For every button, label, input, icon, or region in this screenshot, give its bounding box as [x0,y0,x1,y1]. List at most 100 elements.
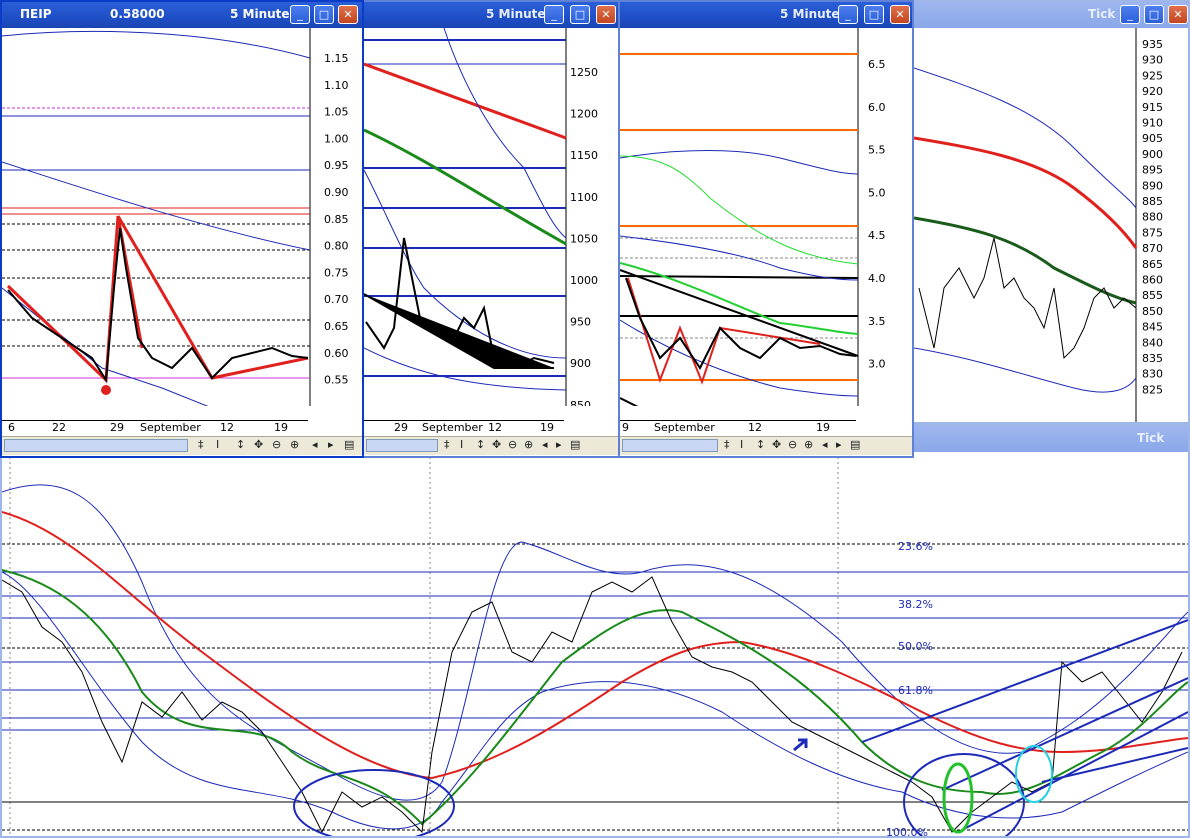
w1-toolbar: ‡ I ↕ ✥ ⊖ ⊕ ◂ ▸ ▤ [2,436,362,455]
fib-label-23: 23.6% [898,540,933,553]
tool-vertical[interactable]: ↕ [476,438,485,451]
tick-chart-window-top[interactable]: Tick _ □ ✕ 935 930 925 920 915 910 905 900 895 89… [912,0,1190,424]
tool-text[interactable]: I [740,438,743,451]
w3-axis-label: 4.5 [868,229,886,242]
fib-label-61: 61.8% [898,684,933,697]
tick-top-chart[interactable]: 935 930 925 920 915 910 905 900 895 890 885 880 875 8… [914,28,1188,422]
tool-move[interactable]: ✥ [254,438,263,451]
w2-interval: 5 Minute [486,7,546,21]
w2-axis-label: 1200 [570,108,598,121]
close-button[interactable]: ✕ [890,5,910,24]
w3-axis-label: 6.0 [868,101,886,114]
tick-chart-window-main[interactable]: Tick 23.6% 38.2% 50.0% 61.8% 100.0% [0,424,1190,838]
tool-vertical[interactable]: ↕ [236,438,245,451]
tick-axis-label: 875 [1142,226,1163,239]
w1-axis-label: 1.15 [324,52,349,65]
w1-axis-label: 0.55 [324,374,349,387]
tool-vertical[interactable]: ↕ [756,438,765,451]
grid-icon[interactable]: ▤ [344,438,354,451]
tick-axis-label: 860 [1142,274,1163,287]
scroll-right-icon[interactable]: ▸ [836,438,842,451]
zoom-in-icon[interactable]: ⊕ [524,438,533,451]
maximize-button[interactable]: □ [570,5,590,24]
date-september: September [422,421,483,434]
w1-axis-label: 1.10 [324,79,349,92]
grid-icon[interactable]: ▤ [570,438,580,451]
zoom-in-icon[interactable]: ⊕ [804,438,813,451]
tick-axis-label: 865 [1142,258,1163,271]
scroll-left-icon[interactable]: ◂ [542,438,548,451]
tick-axis-label: 935 [1142,38,1163,51]
w1-titlebar[interactable]: ΠΕΙΡ 0.58000 5 Minute _ □ ✕ [2,2,362,28]
chart-window-3[interactable]: 5 Minute _ □ ✕ 6.5 6.0 5.5 5.0 4.5 4.0 3.5 3.0 … [618,0,914,458]
main-window-title: Tick [1137,431,1165,445]
w1-axis-label: 0.70 [324,293,349,306]
date-september: September [654,421,715,434]
w1-datebar: 6 22 29 September 12 19 [2,420,308,435]
date-29: 29 [110,421,124,434]
w3-scrollbar[interactable] [622,439,718,452]
minimize-button[interactable]: _ [838,5,858,24]
w1-symbol: ΠΕΙΡ [20,7,52,21]
main-tick-chart[interactable]: 23.6% 38.2% 50.0% 61.8% 100.0% [2,452,1188,838]
date-19: 19 [816,421,830,434]
zoom-in-icon[interactable]: ⊕ [290,438,299,451]
w2-axis-label: 1050 [570,232,598,245]
tick-axis-label: 930 [1142,54,1163,67]
tool-text[interactable]: I [216,438,219,451]
close-button[interactable]: ✕ [596,5,616,24]
close-button[interactable]: ✕ [1168,5,1188,24]
w3-titlebar[interactable]: 5 Minute _ □ ✕ [620,2,912,28]
minimize-button[interactable]: _ [290,5,310,24]
tool-text[interactable]: I [460,438,463,451]
scroll-right-icon[interactable]: ▸ [556,438,562,451]
maximize-button[interactable]: □ [1144,5,1164,24]
w3-interval: 5 Minute [780,7,840,21]
tick-axis-label: 890 [1142,179,1163,192]
tick-axis-label: 925 [1142,69,1163,82]
minimize-button[interactable]: _ [544,5,564,24]
w2-scrollbar[interactable] [366,439,438,452]
tick-axis-label: 855 [1142,289,1163,302]
w3-chart[interactable]: 6.5 6.0 5.5 5.0 4.5 4.0 3.5 3.0 [620,28,912,406]
chart-window-2[interactable]: 5 Minute _ □ ✕ 1250 1200 1150 1100 1050 1000 9… [362,0,620,458]
tool-cursor[interactable]: ‡ [724,438,730,451]
w1-chart[interactable]: 1.15 1.10 1.05 1.00 0.95 0.90 0.85 0.80 0.75 0.70… [2,28,362,406]
w3-axis-label: 4.0 [868,272,886,285]
minimize-button[interactable]: _ [1120,5,1140,24]
chart-window-1[interactable]: ΠΕΙΡ 0.58000 5 Minute _ □ ✕ 1.15 1.10 1.05… [0,0,364,458]
scroll-left-icon[interactable]: ◂ [822,438,828,451]
maximize-button[interactable]: □ [314,5,334,24]
tick-axis-label: 870 [1142,242,1163,255]
maximize-button[interactable]: □ [864,5,884,24]
tick-axis-label: 905 [1142,132,1163,145]
tool-cursor[interactable]: ‡ [444,438,450,451]
date-19: 19 [274,421,288,434]
zoom-out-icon[interactable]: ⊖ [272,438,281,451]
w1-axis-label: 0.90 [324,186,349,199]
tick-axis-label: 895 [1142,164,1163,177]
date-22: 22 [52,421,66,434]
tick-axis-label: 900 [1142,148,1163,161]
w1-axis-label: 0.60 [324,347,349,360]
w1-axis-label: 0.75 [324,266,349,279]
w1-axis-label: 1.00 [324,132,349,145]
scroll-left-icon[interactable]: ◂ [312,438,318,451]
close-button[interactable]: ✕ [338,5,358,24]
w1-scrollbar[interactable] [4,439,188,452]
w2-chart[interactable]: 1250 1200 1150 1100 1050 1000 950 900 850 [364,28,618,406]
grid-icon[interactable]: ▤ [850,438,860,451]
w1-axis-label: 0.65 [324,320,349,333]
zoom-out-icon[interactable]: ⊖ [788,438,797,451]
w2-titlebar[interactable]: 5 Minute _ □ ✕ [364,2,618,28]
tool-cursor[interactable]: ‡ [198,438,204,451]
tool-move[interactable]: ✥ [492,438,501,451]
tool-move[interactable]: ✥ [772,438,781,451]
tick-top-titlebar[interactable]: Tick _ □ ✕ [914,2,1188,28]
date-6: 6 [8,421,15,434]
w3-axis-label: 3.5 [868,315,886,328]
zoom-out-icon[interactable]: ⊖ [508,438,517,451]
tick-axis-label: 920 [1142,85,1163,98]
scroll-right-icon[interactable]: ▸ [328,438,334,451]
w2-axis-label: 850 [570,399,591,406]
